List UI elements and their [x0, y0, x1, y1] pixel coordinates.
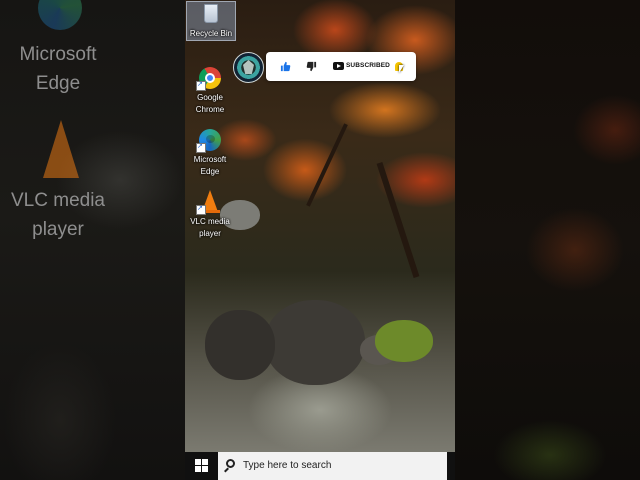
desktop-icon-label: Google Chrome: [195, 93, 225, 114]
ghost-vlc-icon: [43, 120, 79, 178]
desktop-icon-vlc[interactable]: VLC media player: [186, 190, 234, 240]
taskbar: Type here to search: [185, 452, 455, 480]
blurred-left-panel: Microsoft Edge VLC media player: [0, 0, 185, 480]
ghost-vlc-label: VLC media player: [11, 190, 105, 240]
tree-branch: [306, 123, 348, 207]
youtube-icon: [333, 62, 344, 70]
mossy-rock: [375, 320, 433, 362]
shortcut-arrow-icon: [196, 203, 206, 215]
rock-large: [265, 300, 365, 385]
subscribed-label[interactable]: SUBSCRIBED: [346, 62, 390, 69]
thumbs-up-icon[interactable]: [280, 61, 291, 72]
search-icon: [226, 459, 235, 468]
thumbs-down-icon[interactable]: [306, 61, 317, 72]
edge-icon: [196, 128, 222, 153]
mouse-cursor-icon: [399, 65, 404, 73]
blurred-right-panel: [455, 0, 640, 480]
desktop-icon-edge[interactable]: Microsoft Edge: [186, 128, 234, 178]
desktop-icon-label: VLC media player: [190, 217, 230, 238]
shortcut-arrow-icon: [196, 79, 206, 91]
search-placeholder: Type here to search: [243, 460, 332, 471]
desktop-icon-label: Recycle Bin: [189, 29, 233, 38]
desktop-icon-recycle-bin[interactable]: Recycle Bin: [186, 1, 236, 41]
shortcut-arrow-icon: [196, 141, 206, 153]
taskbar-search-box[interactable]: Type here to search: [218, 452, 447, 480]
recycle-bin-icon: [199, 2, 223, 26]
windows-logo-icon: [195, 459, 201, 465]
vlc-icon: [196, 190, 222, 215]
rock-left: [205, 310, 275, 380]
start-button[interactable]: [195, 459, 209, 473]
ghost-edge-icon: [38, 0, 82, 30]
chrome-icon: [196, 66, 222, 91]
desktop-icon-label: Microsoft Edge: [193, 155, 227, 176]
tree-trunk: [376, 162, 420, 278]
subscribe-card: SUBSCRIBED: [266, 52, 416, 81]
channel-avatar[interactable]: [233, 52, 264, 83]
desktop-icon-chrome[interactable]: Google Chrome: [186, 66, 234, 116]
ghost-edge-label: Microsoft Edge: [19, 44, 97, 94]
